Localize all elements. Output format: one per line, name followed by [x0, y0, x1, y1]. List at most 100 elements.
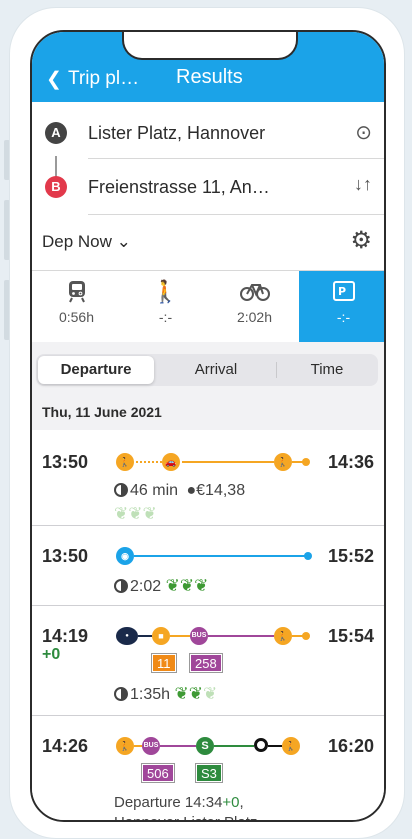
tram-leg — [170, 635, 190, 637]
tab-transit-time: 0:56h — [58, 309, 95, 325]
trip-note: Departure 14:34+0, — [114, 794, 244, 811]
settings-gear-icon[interactable]: ⚙ — [350, 226, 372, 255]
taxi-icon: 🚗 — [162, 453, 180, 471]
tab-walk-time: -:- — [158, 309, 173, 325]
bus-line-badge: 258 — [189, 653, 223, 673]
trip-note-departure: Departure 14:34 — [114, 794, 223, 811]
coins-icon: ● — [186, 482, 197, 499]
tram-line-badge: 11 — [151, 653, 177, 673]
bus-icon: BUS — [190, 627, 208, 645]
bus-line-badge: 506 — [141, 763, 175, 783]
segmented-control: Departure Arrival Time — [36, 354, 378, 386]
trip-arrival-time: 14:36 — [327, 452, 374, 472]
tab-bike-time: 2:02h — [236, 309, 273, 325]
origin-field[interactable]: Lister Platz, Hannover — [88, 123, 265, 144]
segmented-control-bar: Departure Arrival Time — [32, 342, 384, 394]
destination-dot — [302, 458, 310, 466]
trip-arrival-time: 15:54 — [327, 626, 374, 646]
destination-pin-icon: B — [45, 176, 67, 198]
trip-row[interactable]: 13:50 🚶 🚗 🚶 14:36 46 min ●€14,38 ❦❦❦ — [32, 430, 384, 526]
segment-departure[interactable]: Departure — [38, 356, 154, 384]
leaf-icon: ❦ — [203, 684, 218, 703]
walk-leg — [136, 461, 162, 463]
trip-duration: 2:02 — [130, 578, 162, 595]
walk-icon: 🚶 — [274, 453, 292, 471]
destination-field[interactable]: Freienstrasse 11, An… — [88, 177, 270, 198]
destination-dot — [302, 632, 310, 640]
tab-park-ride[interactable]: P -:- — [299, 271, 384, 343]
leaf-icon: ❦ — [165, 576, 180, 595]
back-button[interactable]: Trip pl… — [68, 68, 139, 90]
segment-time[interactable]: Time — [278, 356, 376, 384]
bike-icon: ◉ — [116, 547, 134, 565]
tab-park-ride-time: -:- — [336, 309, 351, 325]
divider — [88, 158, 384, 159]
bus-leg — [160, 745, 196, 747]
bike-icon — [210, 279, 299, 307]
bus-icon: BUS — [142, 737, 160, 755]
duration-icon — [114, 687, 128, 701]
eco-rating: ❦❦❦ — [114, 504, 157, 524]
trip-note-separator: , — [239, 794, 244, 811]
transfer-leg — [138, 635, 152, 637]
trip-row[interactable]: 14:26 🚶 BUS S 🚶 16:20 506 S3 Departure 1… — [32, 716, 384, 820]
svg-text:P: P — [338, 285, 346, 298]
bus-leg — [208, 635, 274, 637]
back-chevron-icon[interactable]: ❮ — [46, 68, 62, 91]
trip-row[interactable]: 13:50 ◉ 15:52 2:02 ❦❦❦ — [32, 526, 384, 606]
taxi-leg — [182, 461, 274, 463]
chevron-down-icon: ⌄ — [116, 232, 131, 251]
trip-departure-time: 14:26 — [42, 736, 89, 756]
trip-arrival-time: 16:20 — [327, 736, 374, 756]
departure-time-label: Dep Now — [42, 232, 112, 251]
trip-row[interactable]: 14:19 +0 ● ■ BUS 🚶 15:54 11 258 1:35h ❦❦… — [32, 606, 384, 716]
trip-departure-time: 13:50 — [42, 452, 89, 472]
trip-arrival-time: 15:52 — [327, 546, 374, 566]
trip-note-delay: +0 — [222, 794, 240, 811]
bike-leg — [134, 555, 306, 557]
segment-arrival[interactable]: Arrival — [158, 356, 274, 384]
destination-dot — [304, 552, 312, 560]
tab-walk[interactable]: 🚶 -:- — [121, 271, 210, 343]
leaf-icon: ❦ — [142, 504, 157, 523]
swap-direction-icon[interactable]: ↓↑ — [354, 174, 372, 195]
trip-duration: 46 min — [130, 482, 179, 499]
trip-note-stop: Hannover Lister Platz — [114, 814, 257, 820]
walk-icon: 🚶 — [116, 737, 134, 755]
page-title: Results — [176, 66, 243, 88]
walk-leg — [134, 745, 142, 747]
trip-delay: +0 — [42, 646, 61, 663]
trip-departure-time: 14:19 — [42, 626, 89, 646]
walk-icon: 🚶 — [116, 453, 134, 471]
leaf-icon: ❦ — [174, 684, 189, 703]
trip-price: €14,38 — [196, 482, 246, 499]
origin-pin-icon: A — [45, 122, 67, 144]
locate-me-icon[interactable]: ⊙ — [355, 120, 372, 145]
tram-icon: ■ — [152, 627, 170, 645]
segment-separator — [276, 362, 277, 378]
trip-info: 46 min ●€14,38 — [114, 482, 245, 500]
park-ride-icon: P — [299, 279, 384, 307]
sbahn-icon: S — [196, 737, 214, 755]
sbahn-leg — [214, 745, 254, 747]
leaf-icon: ❦ — [179, 576, 195, 595]
trip-info: 2:02 ❦❦❦ — [114, 576, 208, 596]
leaf-icon: ❦ — [114, 504, 129, 523]
trip-info: 1:35h ❦❦❦ — [114, 684, 217, 704]
departure-time-select[interactable]: Dep Now ⌄ — [42, 232, 131, 252]
trip-duration: 1:35h — [130, 686, 171, 703]
transfer-leg — [268, 745, 282, 747]
mode-tabs: 0:56h 🚶 -:- 2:02h P -:- — [32, 270, 384, 343]
tab-bike[interactable]: 2:02h — [210, 271, 299, 343]
phone-notch — [122, 32, 298, 60]
duration-icon — [114, 579, 128, 593]
divider — [88, 214, 384, 215]
transfer-stop-icon — [254, 738, 268, 752]
duration-icon — [114, 483, 128, 497]
date-header: Thu, 11 June 2021 — [32, 394, 384, 430]
leaf-icon: ❦ — [194, 576, 209, 595]
phone-screen: ❮ Trip pl… Results A Lister Platz, Hanno… — [30, 30, 386, 822]
tab-transit[interactable]: 0:56h — [32, 271, 121, 343]
walk-icon: 🚶 — [151, 279, 180, 304]
walk-icon: 🚶 — [274, 627, 292, 645]
